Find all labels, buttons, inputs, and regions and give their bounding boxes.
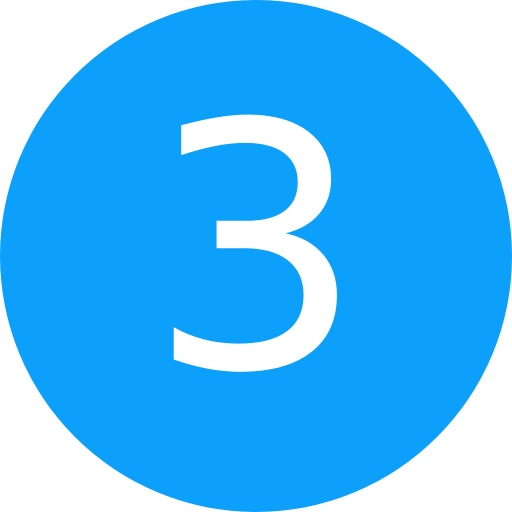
badge-number: 3 bbox=[147, 52, 365, 448]
number-circle-icon: 3 bbox=[0, 0, 512, 512]
